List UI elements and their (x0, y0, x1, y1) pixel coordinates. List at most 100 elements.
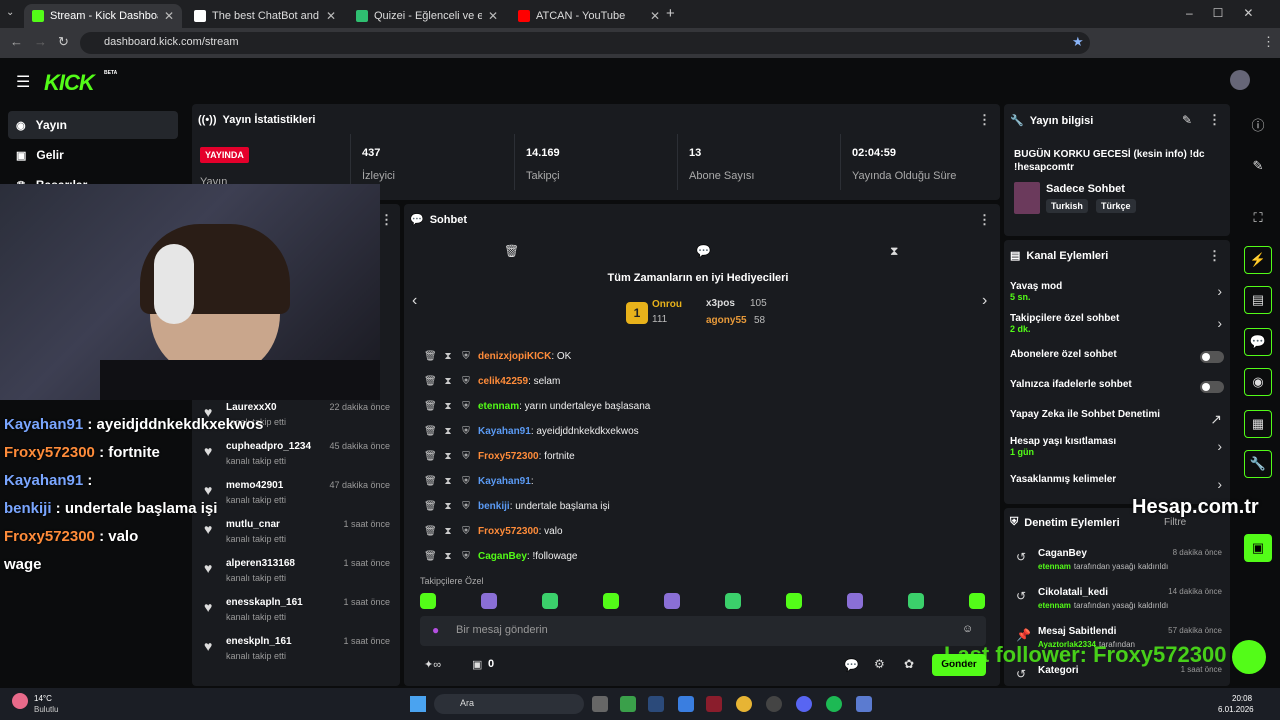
emote-icon[interactable] (603, 593, 619, 609)
tab-close-icon[interactable]: ✕ (164, 9, 174, 23)
tab-3[interactable]: ATCAN - YouTube ✕ (510, 4, 668, 28)
steam-icon[interactable] (648, 696, 664, 712)
forward-icon[interactable]: → (34, 34, 47, 49)
new-tab-button[interactable]: + (666, 5, 675, 22)
trash-icon[interactable]: 🗑 (424, 351, 437, 362)
tab-close-icon[interactable]: ✕ (650, 9, 660, 23)
chevron-right-icon[interactable]: › (1217, 476, 1222, 492)
stream-info-menu-icon[interactable]: ⋮ (1208, 112, 1221, 128)
chevron-right-icon[interactable]: › (1217, 315, 1222, 331)
sidebar-item-1[interactable]: ▣ Gelir (8, 141, 178, 169)
timeout-icon[interactable]: ⧗ (442, 426, 454, 437)
chrome-icon[interactable] (736, 696, 752, 712)
tag-chip[interactable]: Turkish (1046, 199, 1088, 213)
edit-pencil-icon[interactable]: ✎ (1182, 113, 1192, 127)
chat-icon[interactable]: 💬 (696, 244, 711, 258)
timeout-icon[interactable]: ⧗ (442, 551, 454, 562)
emote-icon[interactable] (725, 593, 741, 609)
emote-icon[interactable] (786, 593, 802, 609)
tab-1[interactable]: The best ChatBot and Widgets ✕ (186, 4, 344, 28)
back-icon[interactable]: ← (10, 34, 23, 49)
avatar[interactable] (1230, 70, 1250, 90)
puzzle-icon[interactable]: ✿ (904, 657, 914, 671)
external-link-icon[interactable]: ↗ (1210, 411, 1222, 428)
chat-rail-icon[interactable]: 💬 (1244, 328, 1272, 356)
tab-close-icon[interactable]: ✕ (488, 9, 498, 23)
chat-username[interactable]: Froxy572300 (478, 451, 539, 462)
github-icon[interactable] (766, 696, 782, 712)
stats-menu-icon[interactable]: ⋮ (978, 112, 991, 128)
discord-icon[interactable] (796, 696, 812, 712)
chat-username[interactable]: celik42259 (478, 376, 528, 387)
timeout-icon[interactable]: ⧗ (442, 476, 454, 487)
chat-username[interactable]: CaganBey (478, 551, 527, 562)
task-view-icon[interactable] (592, 696, 608, 712)
broadcast-rail-icon[interactable]: ◉ (1244, 368, 1272, 396)
settings-gear-icon[interactable]: ⚙ (874, 657, 885, 671)
channel-action-row[interactable]: Abonelere özel sohbet (1010, 349, 1224, 373)
reload-icon[interactable]: ↻ (58, 34, 69, 50)
mic-icon[interactable]: ● (432, 623, 439, 637)
channel-action-row[interactable]: Yasaklanmış kelimeler › (1010, 474, 1224, 498)
stack-icon[interactable]: ▦ (1244, 410, 1272, 438)
trash-icon[interactable]: 🗑 (424, 551, 437, 562)
channel-actions-menu-icon[interactable]: ⋮ (1208, 248, 1221, 264)
wrench-rail-icon[interactable]: 🔧 (1244, 450, 1272, 478)
trash-icon[interactable]: 🗑 (424, 501, 437, 512)
channel-action-row[interactable]: Hesap yaşı kısıtlaması 1 gün › (1010, 436, 1224, 460)
app-icon[interactable] (856, 696, 872, 712)
channel-action-row[interactable]: Yapay Zeka ile Sohbet Denetimi ↗ (1010, 409, 1224, 433)
timeout-icon[interactable]: ⧗ (442, 401, 454, 412)
chat-username[interactable]: Kayahan91 (478, 426, 531, 437)
timeout-icon[interactable]: ⧗ (442, 351, 454, 362)
next-arrow-icon[interactable]: › (982, 292, 987, 310)
tag-chip[interactable]: Türkçe (1096, 199, 1136, 213)
bookmark-star-icon[interactable]: ★ (1072, 34, 1084, 50)
kick-logo[interactable]: KICK (44, 70, 95, 96)
timeout-icon[interactable]: ⧗ (442, 376, 454, 387)
menu-kebab-icon[interactable]: ⋮ (1262, 34, 1275, 50)
followers-menu-icon[interactable]: ⋮ (380, 212, 393, 228)
chat-username[interactable]: etennam (478, 401, 519, 412)
timeout-icon[interactable]: ⧗ (442, 501, 454, 512)
emote-icon[interactable] (664, 593, 680, 609)
trash-icon[interactable]: 🗑 (424, 401, 437, 412)
trash-icon[interactable]: 🗑 (424, 451, 437, 462)
app-icon[interactable] (678, 696, 694, 712)
tab-0[interactable]: Stream - Kick Dashboard ✕ (24, 4, 182, 28)
windows-start-icon[interactable] (410, 696, 426, 712)
scan-icon[interactable]: ⛶ (1244, 204, 1272, 232)
channel-action-row[interactable]: Yavaş mod 5 sn. › (1010, 281, 1224, 305)
chat-username[interactable]: Kayahan91 (478, 476, 531, 487)
timeout-icon[interactable]: ⧗ (442, 526, 454, 537)
emote-icon[interactable] (481, 593, 497, 609)
gift-icon[interactable]: ▣ (472, 658, 482, 671)
xbox-icon[interactable] (620, 696, 636, 712)
chevron-right-icon[interactable]: › (1217, 283, 1222, 299)
emote-icon[interactable] (847, 593, 863, 609)
tab-2[interactable]: Quizei - Eğlenceli ve etkileşimli ✕ (348, 4, 506, 28)
tab-close-icon[interactable]: ✕ (326, 9, 336, 23)
hamburger-icon[interactable]: ☰ (16, 72, 30, 92)
spotify-icon[interactable] (826, 696, 842, 712)
chat-menu-icon[interactable]: ⋮ (978, 212, 991, 228)
timeout-icon[interactable]: ⧗ (442, 451, 454, 462)
emoji-icon[interactable]: ☺ (962, 623, 973, 635)
extension-icon[interactable]: ▣ (1244, 534, 1272, 562)
trash-icon[interactable]: 🗑 (424, 376, 437, 387)
bolt-icon[interactable]: ⚡ (1244, 246, 1272, 274)
chat-username[interactable]: benkiji (478, 501, 510, 512)
prev-arrow-icon[interactable]: ‹ (412, 292, 417, 310)
sidebar-item-0[interactable]: ◉ Yayın (8, 111, 178, 139)
emote-icon[interactable] (908, 593, 924, 609)
taskbar-search[interactable]: Ara (434, 694, 584, 714)
emote-icon[interactable] (969, 593, 985, 609)
document-icon[interactable]: ▤ (1244, 286, 1272, 314)
hourglass-icon[interactable]: ⧗ (890, 244, 898, 259)
address-bar[interactable]: dashboard.kick.com/stream (80, 32, 1090, 54)
toggle-switch[interactable] (1200, 351, 1224, 363)
channel-action-row[interactable]: Takipçilere özel sohbet 2 dk. › (1010, 313, 1224, 337)
chevron-right-icon[interactable]: › (1217, 438, 1222, 454)
pencil-icon[interactable]: ✎ (1244, 152, 1272, 180)
toggle-switch[interactable] (1200, 381, 1224, 393)
